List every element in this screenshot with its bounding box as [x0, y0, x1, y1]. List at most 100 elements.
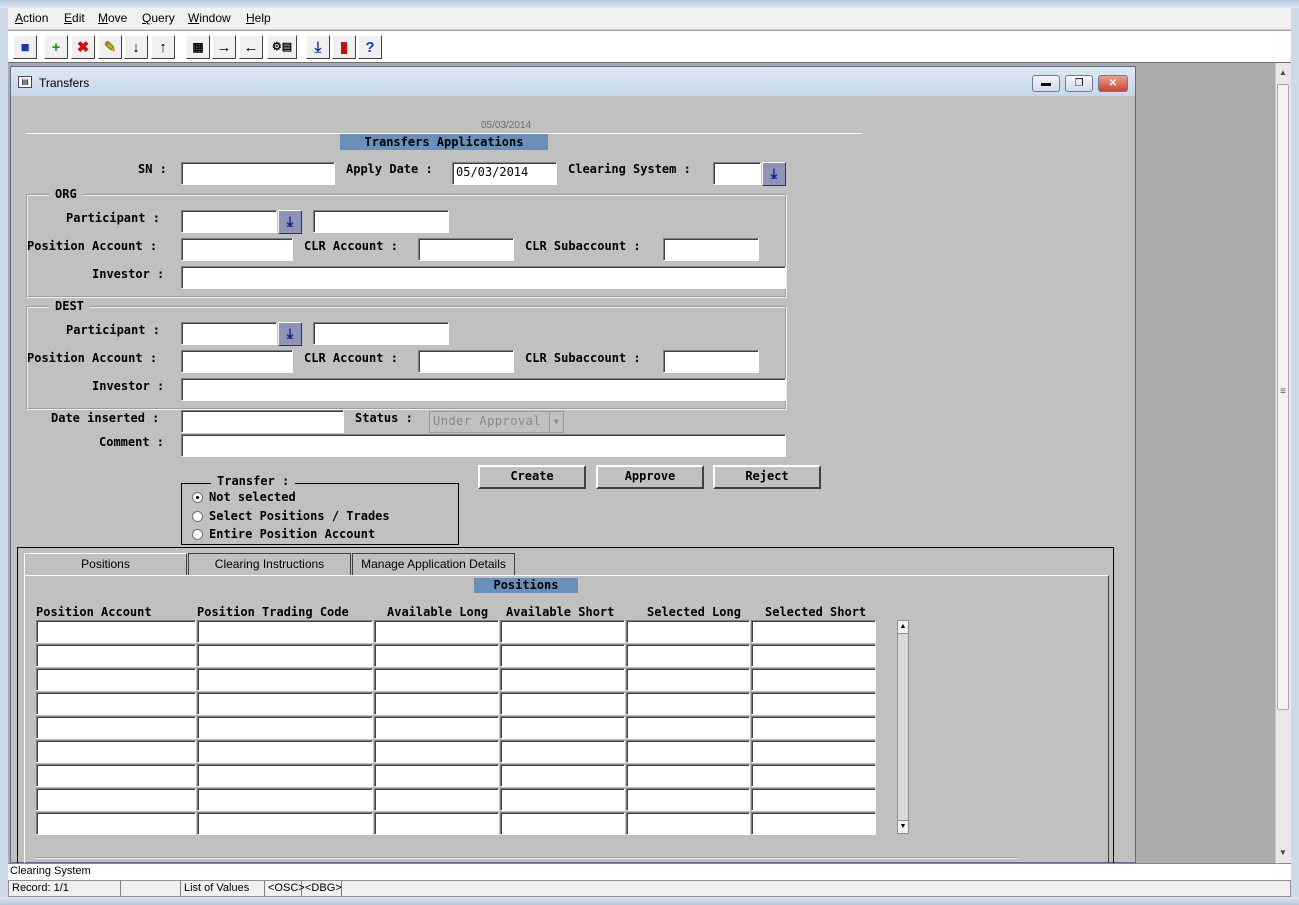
- dest-investor-field[interactable]: [181, 378, 786, 401]
- table-cell[interactable]: [36, 740, 196, 763]
- save-icon[interactable]: ■: [13, 35, 37, 59]
- menu-query[interactable]: Query: [142, 11, 175, 25]
- scroll-up-icon[interactable]: ▲: [1278, 68, 1288, 80]
- table-cell[interactable]: [197, 668, 373, 691]
- table-cell[interactable]: [197, 788, 373, 811]
- dest-participant-name-field[interactable]: [313, 322, 449, 345]
- table-cell[interactable]: [500, 644, 625, 667]
- table-cell[interactable]: [374, 764, 499, 787]
- table-cell[interactable]: [626, 812, 750, 835]
- table-cell[interactable]: [751, 692, 876, 715]
- restore-icon[interactable]: ❐: [1065, 75, 1093, 92]
- table-cell[interactable]: [197, 716, 373, 739]
- list-of-values-icon[interactable]: ⚙▤: [267, 35, 297, 59]
- table-cell[interactable]: [626, 764, 750, 787]
- table-cell[interactable]: [36, 716, 196, 739]
- table-cell[interactable]: [500, 740, 625, 763]
- table-cell[interactable]: [374, 716, 499, 739]
- table-cell[interactable]: [374, 668, 499, 691]
- table-cell[interactable]: [751, 740, 876, 763]
- org-participant-name-field[interactable]: [313, 210, 449, 233]
- table-cell[interactable]: [197, 692, 373, 715]
- tab-manage-application-details[interactable]: Manage Application Details: [352, 553, 515, 576]
- transfer-select-positions-radio[interactable]: [192, 511, 203, 522]
- query-icon[interactable]: ▦: [186, 35, 210, 59]
- table-cell[interactable]: [626, 788, 750, 811]
- arrow-up-icon[interactable]: ↑: [151, 35, 175, 59]
- table-cell[interactable]: [197, 644, 373, 667]
- table-cell[interactable]: [751, 644, 876, 667]
- table-cell[interactable]: [500, 692, 625, 715]
- org-position-account-field[interactable]: [181, 238, 293, 261]
- table-cell[interactable]: [36, 620, 196, 643]
- table-cell[interactable]: [374, 692, 499, 715]
- table-cell[interactable]: [626, 620, 750, 643]
- table-cell[interactable]: [500, 788, 625, 811]
- table-cell[interactable]: [36, 644, 196, 667]
- org-clr-subaccount-field[interactable]: [663, 238, 759, 261]
- close-icon[interactable]: ✕: [1098, 75, 1128, 92]
- dest-participant-lov-icon[interactable]: ⤓: [278, 322, 302, 346]
- menu-edit[interactable]: Edit: [64, 11, 85, 25]
- org-clr-account-field[interactable]: [418, 238, 514, 261]
- org-participant-field[interactable]: [181, 210, 277, 233]
- table-cell[interactable]: [36, 788, 196, 811]
- arrow-right-icon[interactable]: →: [212, 35, 236, 59]
- menu-action[interactable]: Action: [15, 11, 48, 25]
- org-investor-field[interactable]: [181, 266, 786, 289]
- grid-scroll-down-icon[interactable]: ▼: [897, 820, 909, 834]
- tab-positions[interactable]: Positions: [24, 553, 187, 576]
- arrow-left-icon[interactable]: ←: [239, 35, 263, 59]
- menu-window[interactable]: Window: [188, 11, 231, 25]
- date-inserted-field[interactable]: [181, 410, 344, 433]
- download-icon[interactable]: ⤓: [306, 35, 330, 59]
- table-cell[interactable]: [36, 812, 196, 835]
- apply-date-field[interactable]: 05/03/2014: [452, 162, 557, 185]
- arrow-down-icon[interactable]: ↓: [124, 35, 148, 59]
- table-cell[interactable]: [500, 668, 625, 691]
- clearing-system-lov-icon[interactable]: ⤓: [762, 162, 786, 186]
- table-cell[interactable]: [374, 620, 499, 643]
- clear-icon[interactable]: ✎: [98, 35, 122, 59]
- transfer-not-selected-radio[interactable]: [192, 492, 203, 503]
- table-cell[interactable]: [197, 620, 373, 643]
- grid-scroll-up-icon[interactable]: ▲: [897, 620, 909, 634]
- window-titlebar[interactable]: ▤ Transfers ▬ ❐ ✕: [11, 67, 1135, 96]
- sn-field[interactable]: [181, 162, 335, 185]
- table-cell[interactable]: [500, 812, 625, 835]
- transfer-entire-account-radio[interactable]: [192, 529, 203, 540]
- dest-clr-subaccount-field[interactable]: [663, 350, 759, 373]
- comment-field[interactable]: [181, 434, 786, 457]
- exit-icon[interactable]: ▮: [332, 35, 356, 59]
- dest-participant-field[interactable]: [181, 322, 277, 345]
- table-cell[interactable]: [626, 692, 750, 715]
- org-participant-lov-icon[interactable]: ⤓: [278, 210, 302, 234]
- table-cell[interactable]: [751, 620, 876, 643]
- table-cell[interactable]: [500, 764, 625, 787]
- table-cell[interactable]: [751, 716, 876, 739]
- table-cell[interactable]: [751, 668, 876, 691]
- table-cell[interactable]: [374, 812, 499, 835]
- table-cell[interactable]: [751, 764, 876, 787]
- table-cell[interactable]: [626, 716, 750, 739]
- insert-record-icon[interactable]: +: [44, 35, 68, 59]
- reject-button[interactable]: Reject: [713, 465, 821, 489]
- dest-position-account-field[interactable]: [181, 350, 293, 373]
- table-cell[interactable]: [197, 740, 373, 763]
- table-cell[interactable]: [36, 668, 196, 691]
- table-cell[interactable]: [500, 716, 625, 739]
- table-cell[interactable]: [751, 812, 876, 835]
- table-cell[interactable]: [626, 740, 750, 763]
- table-cell[interactable]: [197, 812, 373, 835]
- menu-help[interactable]: Help: [246, 11, 271, 25]
- delete-record-icon[interactable]: ✖: [71, 35, 95, 59]
- dest-clr-account-field[interactable]: [418, 350, 514, 373]
- tab-clearing-instructions[interactable]: Clearing Instructions: [188, 553, 351, 576]
- grid-scrollbar[interactable]: [897, 620, 909, 834]
- create-button[interactable]: Create: [478, 465, 586, 489]
- table-cell[interactable]: [626, 668, 750, 691]
- table-cell[interactable]: [36, 692, 196, 715]
- status-select[interactable]: Under Approval ▼: [429, 411, 564, 433]
- clearing-system-field[interactable]: [713, 162, 761, 185]
- table-cell[interactable]: [374, 740, 499, 763]
